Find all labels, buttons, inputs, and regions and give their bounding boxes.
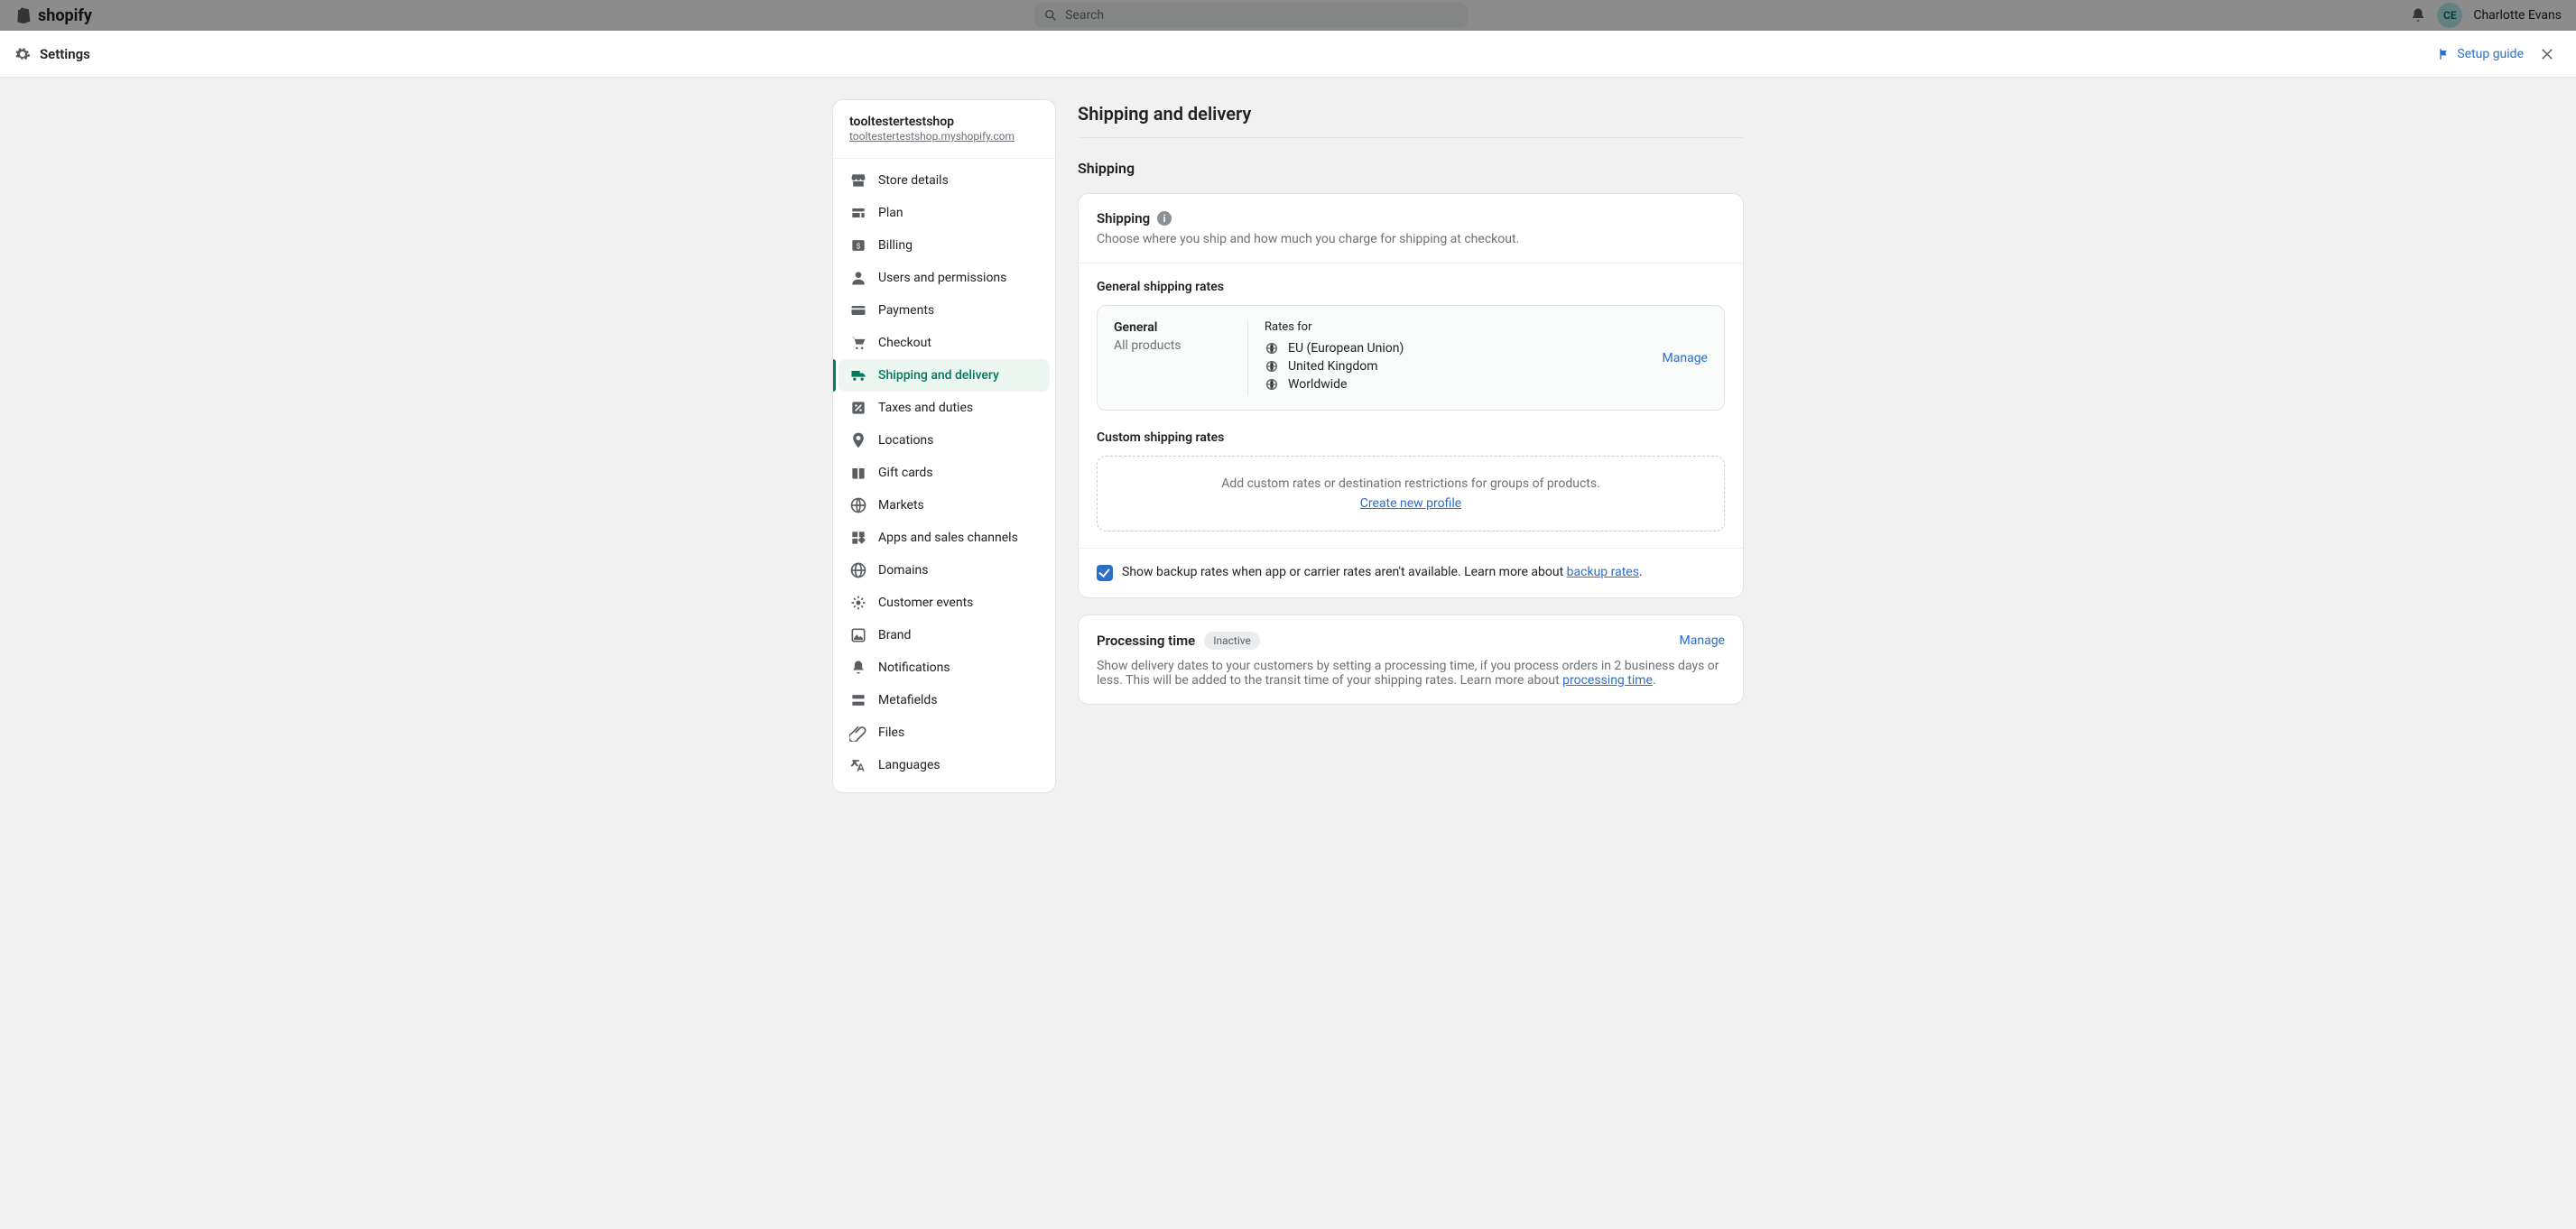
nav-languages[interactable]: Languages: [839, 749, 1050, 781]
nav-customer-events[interactable]: Customer events: [839, 587, 1050, 619]
nav-plan[interactable]: Plan: [839, 197, 1050, 229]
settings-surface: Settings Setup guide tooltestertestshop …: [0, 31, 2576, 1229]
bell-nav-icon: [849, 659, 867, 677]
main-column: Shipping and delivery Shipping Shipping …: [1078, 99, 1744, 1175]
store-name: tooltestertestshop: [849, 115, 1039, 129]
percent-icon: [849, 399, 867, 417]
settings-header: Settings Setup guide: [0, 31, 2576, 78]
nav-gift-cards[interactable]: Gift cards: [839, 457, 1050, 489]
nav-store-details[interactable]: Store details: [839, 164, 1050, 197]
info-icon[interactable]: i: [1157, 211, 1172, 226]
nav-metafields[interactable]: Metafields: [839, 684, 1050, 716]
general-rates-heading: General shipping rates: [1097, 280, 1725, 294]
custom-rates-empty: Add custom rates or destination restrict…: [1097, 456, 1725, 531]
nav-shipping[interactable]: Shipping and delivery: [839, 359, 1050, 392]
custom-empty-text: Add custom rates or destination restrict…: [1114, 476, 1708, 491]
user-icon: [849, 269, 867, 287]
setup-guide-link[interactable]: Setup guide: [2437, 47, 2524, 61]
globe-small-icon: [1265, 359, 1279, 374]
nav-locations[interactable]: Locations: [839, 424, 1050, 457]
processing-description: Show delivery dates to your customers by…: [1097, 659, 1725, 688]
globe-small-icon: [1265, 341, 1279, 356]
nav-notifications[interactable]: Notifications: [839, 651, 1050, 684]
close-icon: [2539, 46, 2555, 62]
processing-time-link[interactable]: processing time: [1562, 673, 1653, 688]
profile-name: General: [1114, 320, 1231, 335]
card-icon: [849, 301, 867, 319]
globe-icon: [849, 496, 867, 514]
nav-users[interactable]: Users and permissions: [839, 262, 1050, 294]
processing-time-card: Processing time Inactive Manage Show del…: [1078, 614, 1744, 705]
rates-for-label: Rates for: [1265, 320, 1646, 334]
inactive-badge: Inactive: [1204, 632, 1260, 650]
cart-icon: [849, 334, 867, 352]
store-domain[interactable]: tooltestertestshop.myshopify.com: [849, 130, 1015, 143]
nav-payments[interactable]: Payments: [839, 294, 1050, 327]
gear-icon: [14, 46, 31, 62]
backup-rates-text: Show backup rates when app or carrier ra…: [1122, 565, 1643, 579]
backup-rates-link[interactable]: backup rates: [1567, 565, 1639, 579]
general-profile: General All products Rates for EU (Europ…: [1097, 305, 1725, 411]
nav-domains[interactable]: Domains: [839, 554, 1050, 587]
create-profile-link[interactable]: Create new profile: [1360, 496, 1461, 511]
nav-taxes[interactable]: Taxes and duties: [839, 392, 1050, 424]
plan-icon: [849, 204, 867, 222]
nav-files[interactable]: Files: [839, 716, 1050, 749]
zone-row: EU (European Union): [1265, 341, 1646, 356]
shipping-card-title: Shipping: [1097, 210, 1150, 226]
profile-products: All products: [1114, 338, 1231, 353]
nav-apps[interactable]: Apps and sales channels: [839, 522, 1050, 554]
globe-small-icon: [1265, 377, 1279, 392]
nav-list: Store details Plan $ Billing Users and p…: [833, 158, 1055, 792]
manage-processing-link[interactable]: Manage: [1680, 633, 1725, 648]
zone-row: Worldwide: [1265, 377, 1646, 392]
domains-icon: [849, 561, 867, 579]
shipping-card: Shipping i Choose where you ship and how…: [1078, 193, 1744, 598]
manage-general-link[interactable]: Manage: [1663, 351, 1708, 365]
nav-checkout[interactable]: Checkout: [839, 327, 1050, 359]
gift-icon: [849, 464, 867, 482]
custom-rates-heading: Custom shipping rates: [1097, 430, 1725, 445]
nav-markets[interactable]: Markets: [839, 489, 1050, 522]
brand-icon: [849, 626, 867, 644]
languages-icon: [849, 756, 867, 774]
shipping-card-description: Choose where you ship and how much you c…: [1097, 232, 1725, 246]
settings-sidebar: tooltestertestshop tooltestertestshop.my…: [832, 99, 1056, 793]
settings-title: Settings: [40, 46, 90, 62]
flag-icon: [2437, 47, 2451, 61]
backup-rates-checkbox[interactable]: [1097, 565, 1113, 581]
pin-icon: [849, 431, 867, 449]
store-block[interactable]: tooltestertestshop tooltestertestshop.my…: [833, 100, 1055, 158]
processing-title: Processing time: [1097, 633, 1195, 649]
events-icon: [849, 594, 867, 612]
shipping-section-heading: Shipping: [1078, 160, 1744, 177]
apps-icon: [849, 529, 867, 547]
paperclip-icon: [849, 724, 867, 742]
nav-billing[interactable]: $ Billing: [839, 229, 1050, 262]
close-button[interactable]: [2533, 40, 2562, 69]
nav-brand[interactable]: Brand: [839, 619, 1050, 651]
svg-text:$: $: [857, 241, 861, 251]
billing-icon: $: [849, 236, 867, 254]
metafields-icon: [849, 691, 867, 709]
page-title: Shipping and delivery: [1078, 99, 1744, 138]
store-icon: [849, 171, 867, 189]
truck-icon: [849, 366, 867, 384]
dim-overlay: [0, 0, 2576, 31]
divider: [1247, 320, 1248, 395]
zone-row: United Kingdom: [1265, 359, 1646, 374]
